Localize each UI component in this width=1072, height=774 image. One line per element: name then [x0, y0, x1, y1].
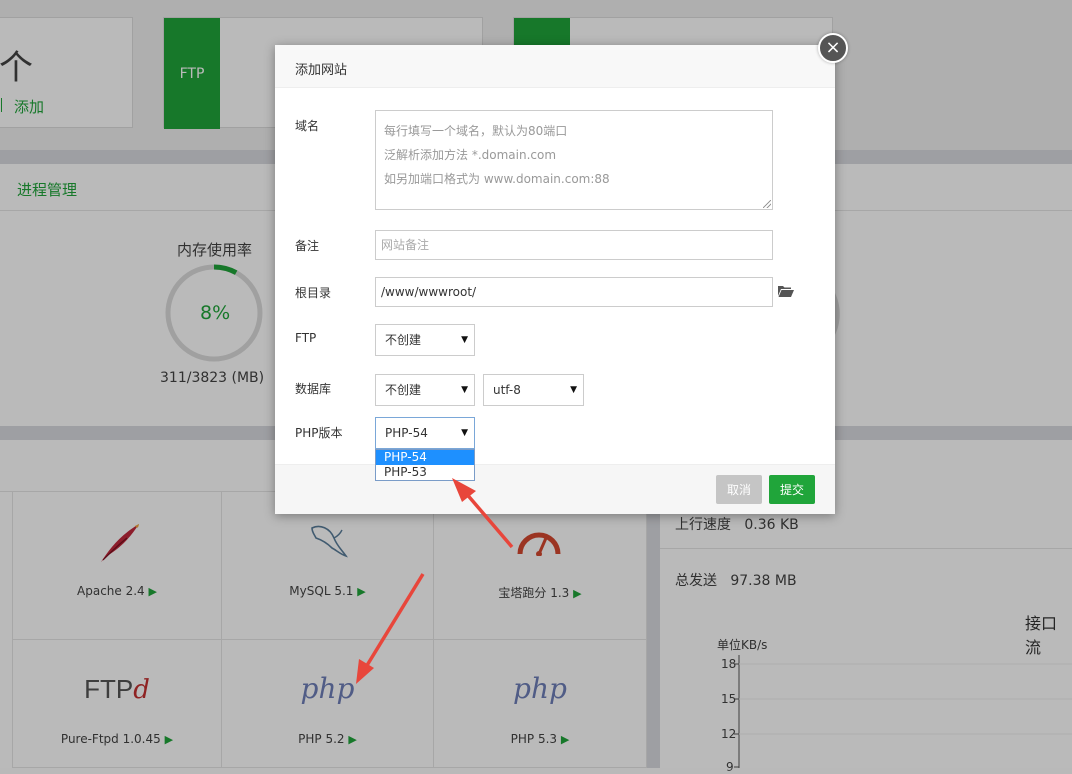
ftp-label: FTP	[295, 331, 317, 345]
ftp-select-value: 不创建	[385, 333, 422, 347]
add-site-dialog: 添加网站 域名 每行填写一个域名，默认为80端口 泛解析添加方法 *.domai…	[275, 45, 835, 514]
php-option[interactable]: PHP-53	[376, 465, 474, 480]
domain-placeholder-line: 泛解析添加方法 *.domain.com	[384, 148, 557, 162]
dialog-header: 添加网站	[275, 45, 835, 88]
close-icon[interactable]: ×	[818, 33, 848, 63]
root-dir-label: 根目录	[295, 286, 332, 300]
domain-placeholder-line: 每行填写一个域名，默认为80端口	[384, 124, 568, 138]
database-select[interactable]: 不创建 ▼	[375, 374, 475, 406]
charset-select-value: utf-8	[493, 383, 521, 397]
dialog-title: 添加网站	[295, 63, 348, 78]
php-version-dropdown: PHP-54 PHP-53	[375, 449, 475, 481]
php-version-label: PHP版本	[295, 426, 343, 440]
database-label: 数据库	[295, 382, 332, 396]
php-version-select-value: PHP-54	[385, 426, 428, 440]
database-select-value: 不创建	[385, 383, 422, 397]
submit-button[interactable]: 提交	[769, 475, 815, 504]
cancel-button[interactable]: 取消	[716, 475, 762, 504]
chevron-down-icon: ▼	[461, 335, 468, 345]
chevron-down-icon: ▼	[461, 385, 468, 395]
resize-handle[interactable]	[763, 200, 771, 208]
chevron-down-icon: ▼	[461, 428, 468, 438]
php-version-select[interactable]: PHP-54 ▼	[375, 417, 475, 449]
note-input[interactable]: 网站备注	[375, 230, 773, 260]
domain-textarea[interactable]: 每行填写一个域名，默认为80端口 泛解析添加方法 *.domain.com 如另…	[375, 110, 773, 210]
domain-placeholder-line: 如另加端口格式为 www.domain.com:88	[384, 172, 610, 186]
folder-open-icon[interactable]	[778, 285, 794, 297]
chevron-down-icon: ▼	[570, 385, 577, 395]
ftp-select[interactable]: 不创建 ▼	[375, 324, 475, 356]
root-dir-input[interactable]: /www/wwwroot/	[375, 277, 773, 307]
domain-label: 域名	[295, 119, 320, 133]
note-label: 备注	[295, 239, 320, 253]
php-option[interactable]: PHP-54	[376, 450, 474, 465]
charset-select[interactable]: utf-8 ▼	[483, 374, 584, 406]
dialog-footer: 取消 提交	[275, 464, 835, 514]
